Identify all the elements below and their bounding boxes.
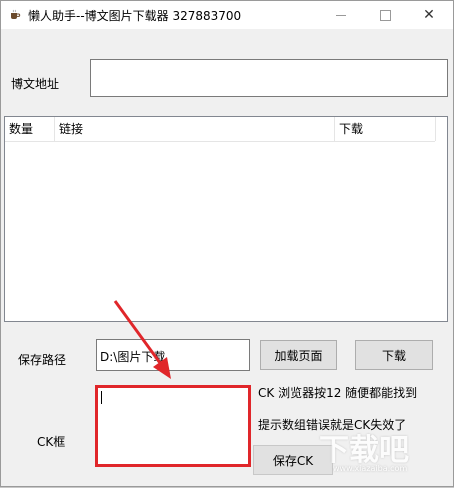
ck-hint-browser: CK 浏览器按12 随便都能找到 xyxy=(258,386,418,400)
ck-input[interactable] xyxy=(96,386,250,466)
watermark-url: www.xiazaiba.com xyxy=(333,464,408,473)
list-header: 数量 链接 下载 xyxy=(5,117,436,142)
close-button[interactable]: ✕ xyxy=(407,1,451,29)
column-header-count[interactable]: 数量 xyxy=(5,117,55,141)
ck-label: CK框 xyxy=(37,435,66,449)
maximize-icon xyxy=(379,9,391,21)
minimize-icon xyxy=(336,14,346,16)
text-caret xyxy=(101,391,102,404)
download-list[interactable]: 数量 链接 下载 xyxy=(4,116,448,322)
column-header-filler xyxy=(435,117,449,141)
watermark-logo: 下载吧 xyxy=(319,433,409,468)
app-window: 懒人助手--博文图片下载器 327883700 ✕ 博文地址 数量 链接 下载 … xyxy=(0,0,454,487)
minimize-button[interactable] xyxy=(319,1,363,29)
save-path-input[interactable]: D:\图片下载 xyxy=(96,339,250,371)
url-input[interactable] xyxy=(90,59,448,97)
load-page-button[interactable]: 加载页面 xyxy=(260,340,337,370)
column-header-download[interactable]: 下载 xyxy=(335,117,435,141)
save-path-label: 保存路径 xyxy=(18,353,67,367)
maximize-button[interactable] xyxy=(363,1,407,29)
window-title: 懒人助手--博文图片下载器 327883700 xyxy=(28,9,242,23)
download-button[interactable]: 下载 xyxy=(355,340,433,370)
close-icon: ✕ xyxy=(423,7,435,23)
column-header-link[interactable]: 链接 xyxy=(55,117,335,141)
url-label: 博文地址 xyxy=(11,77,60,91)
coffee-cup-icon xyxy=(11,9,21,19)
title-bar[interactable]: 懒人助手--博文图片下载器 327883700 ✕ xyxy=(1,1,453,29)
